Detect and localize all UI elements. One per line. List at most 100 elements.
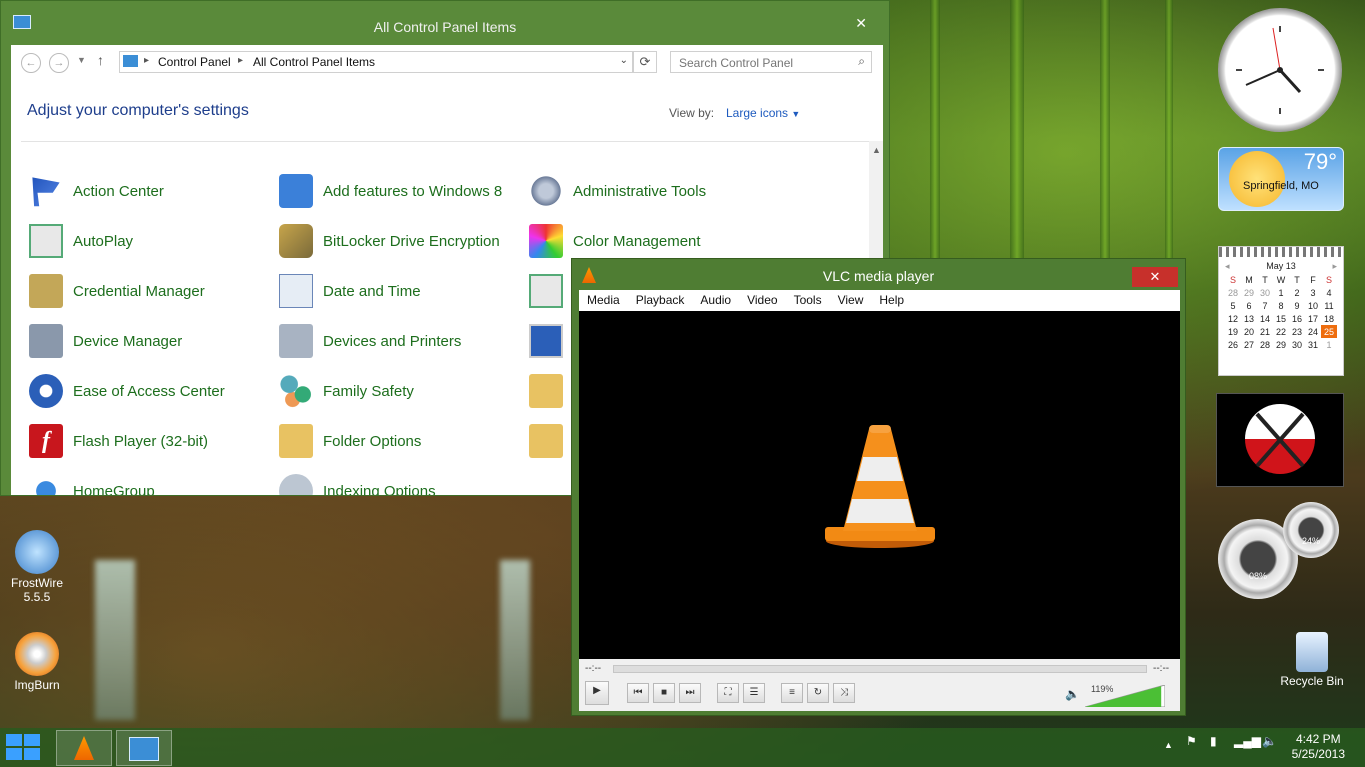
breadcrumb-separator-icon[interactable]: ▸ — [238, 55, 243, 66]
cp-item-action-center[interactable]: Action Center — [29, 174, 164, 208]
menu-view[interactable]: View — [830, 290, 872, 311]
stop-button[interactable]: ■ — [653, 683, 675, 703]
network-signal-icon[interactable]: ▂▄▆ — [1234, 734, 1261, 748]
vlc-close-button[interactable]: ✕ — [1132, 267, 1178, 287]
menu-help[interactable]: Help — [871, 290, 912, 311]
cp-item-color-management[interactable]: Color Management — [529, 224, 701, 258]
scroll-up-arrow-icon[interactable]: ▲ — [872, 145, 881, 155]
next-month-icon[interactable]: ▸ — [1332, 261, 1337, 272]
calendar-day[interactable]: 1 — [1321, 338, 1337, 351]
menu-playback[interactable]: Playback — [628, 290, 693, 311]
calendar-day-today[interactable]: 25 — [1321, 325, 1337, 338]
view-by-dropdown[interactable]: Large icons ▼ — [726, 106, 800, 120]
calendar-day[interactable]: 10 — [1305, 299, 1321, 312]
calendar-day[interactable]: 6 — [1241, 299, 1257, 312]
calendar-day[interactable]: 27 — [1241, 338, 1257, 351]
cp-item-folder-options[interactable]: Folder Options — [279, 424, 421, 458]
calendar-day[interactable]: 22 — [1273, 325, 1289, 338]
seek-bar[interactable] — [613, 665, 1147, 673]
calendar-day[interactable]: 11 — [1321, 299, 1337, 312]
cp-item-administrative-tools[interactable]: Administrative Tools — [529, 174, 706, 208]
next-button[interactable]: ⏭ — [679, 683, 701, 703]
chevron-down-icon[interactable]: ▼ — [791, 109, 800, 119]
breadcrumb-all-items[interactable]: All Control Panel Items — [253, 55, 375, 69]
volume-tray-icon[interactable]: 🔈 — [1262, 734, 1277, 748]
shuffle-button[interactable]: ⤨ — [833, 683, 855, 703]
calendar-day[interactable]: 19 — [1225, 325, 1241, 338]
previous-button[interactable]: ⏮ — [627, 683, 649, 703]
calendar-day[interactable]: 24 — [1305, 325, 1321, 338]
cp-item-devices-printers[interactable]: Devices and Printers — [279, 324, 461, 358]
cp-item-add-features[interactable]: Add features to Windows 8 — [279, 174, 502, 208]
back-button[interactable]: ← — [21, 53, 41, 73]
address-path[interactable]: ▸ Control Panel ▸ All Control Panel Item… — [119, 51, 633, 73]
action-center-tray-icon[interactable]: ⚑ — [1186, 734, 1197, 748]
taskbar-vlc-button[interactable] — [56, 730, 112, 766]
calendar-day[interactable]: 4 — [1321, 286, 1337, 299]
calendar-day[interactable]: 23 — [1289, 325, 1305, 338]
prev-month-icon[interactable]: ◂ — [1225, 261, 1230, 272]
calendar-day[interactable]: 12 — [1225, 312, 1241, 325]
start-button[interactable] — [6, 734, 42, 762]
calendar-day[interactable]: 18 — [1321, 312, 1337, 325]
desktop-icon-frostwire[interactable]: FrostWire 5.5.5 — [1, 530, 73, 604]
cp-item-credential-manager[interactable]: Credential Manager — [29, 274, 205, 308]
calendar-day[interactable]: 17 — [1305, 312, 1321, 325]
taskbar-clock[interactable]: 4:42 PM 5/25/2013 — [1292, 732, 1345, 762]
up-button[interactable]: ↑ — [97, 52, 104, 68]
play-button[interactable]: ▶ — [585, 681, 609, 705]
calendar-day[interactable]: 28 — [1225, 286, 1241, 299]
address-dropdown-icon[interactable]: ⌄ — [620, 55, 628, 66]
search-icon[interactable]: ⌕ — [858, 54, 865, 69]
desktop-icon-imgburn[interactable]: ImgBurn — [1, 632, 73, 692]
video-area[interactable] — [579, 311, 1180, 659]
view-by-value[interactable]: Large icons — [726, 106, 788, 120]
calendar-day[interactable]: 30 — [1289, 338, 1305, 351]
calendar-day[interactable]: 30 — [1257, 286, 1273, 299]
breadcrumb-control-panel[interactable]: Control Panel — [158, 55, 231, 69]
calendar-day[interactable]: 29 — [1273, 338, 1289, 351]
search-box[interactable]: ⌕ — [670, 51, 872, 73]
calendar-day[interactable]: 26 — [1225, 338, 1241, 351]
speaker-icon[interactable]: 🔈 — [1065, 687, 1080, 701]
calendar-day[interactable]: 8 — [1273, 299, 1289, 312]
cp-item-indexing-options[interactable]: Indexing Options — [279, 474, 436, 495]
extended-settings-button[interactable]: ☰ — [743, 683, 765, 703]
calendar-day[interactable]: 13 — [1241, 312, 1257, 325]
calendar-day[interactable]: 20 — [1241, 325, 1257, 338]
menu-tools[interactable]: Tools — [786, 290, 830, 311]
vlc-titlebar[interactable]: VLC media player ✕ — [572, 265, 1185, 289]
control-panel-titlebar[interactable]: All Control Panel Items ✕ — [1, 1, 889, 41]
cp-item-hidden-1[interactable] — [529, 274, 573, 308]
battery-icon[interactable]: ▮ — [1210, 734, 1217, 748]
calendar-day[interactable]: 3 — [1305, 286, 1321, 299]
calendar-day[interactable]: 7 — [1257, 299, 1273, 312]
calendar-day[interactable]: 31 — [1305, 338, 1321, 351]
menu-video[interactable]: Video — [739, 290, 785, 311]
recent-pages-chevron-icon[interactable]: ▼ — [77, 55, 86, 65]
loop-button[interactable]: ↻ — [807, 683, 829, 703]
cp-item-hidden-2[interactable] — [529, 324, 573, 358]
cp-item-hidden-3[interactable] — [529, 374, 573, 408]
cp-item-bitlocker[interactable]: BitLocker Drive Encryption — [279, 224, 500, 258]
cp-item-ease-of-access[interactable]: Ease of Access Center — [29, 374, 225, 408]
calendar-day[interactable]: 5 — [1225, 299, 1241, 312]
refresh-button[interactable]: ⟳ — [633, 51, 657, 73]
forward-button[interactable]: → — [49, 53, 69, 73]
menu-media[interactable]: Media — [579, 290, 628, 311]
calendar-day[interactable]: 28 — [1257, 338, 1273, 351]
playlist-button[interactable]: ≡ — [781, 683, 803, 703]
cp-item-homegroup[interactable]: HomeGroup — [29, 474, 155, 495]
cp-item-hidden-4[interactable] — [529, 424, 573, 458]
taskbar-control-panel-button[interactable] — [116, 730, 172, 766]
calendar-day[interactable]: 15 — [1273, 312, 1289, 325]
calendar-day[interactable]: 16 — [1289, 312, 1305, 325]
cp-item-autoplay[interactable]: AutoPlay — [29, 224, 133, 258]
calendar-day[interactable]: 9 — [1289, 299, 1305, 312]
calendar-day[interactable]: 2 — [1289, 286, 1305, 299]
calendar-day[interactable]: 21 — [1257, 325, 1273, 338]
cp-item-flash-player[interactable]: f Flash Player (32-bit) — [29, 424, 208, 458]
fullscreen-button[interactable]: ⛶ — [717, 683, 739, 703]
cp-item-device-manager[interactable]: Device Manager — [29, 324, 182, 358]
breadcrumb-separator-icon[interactable]: ▸ — [144, 55, 149, 66]
